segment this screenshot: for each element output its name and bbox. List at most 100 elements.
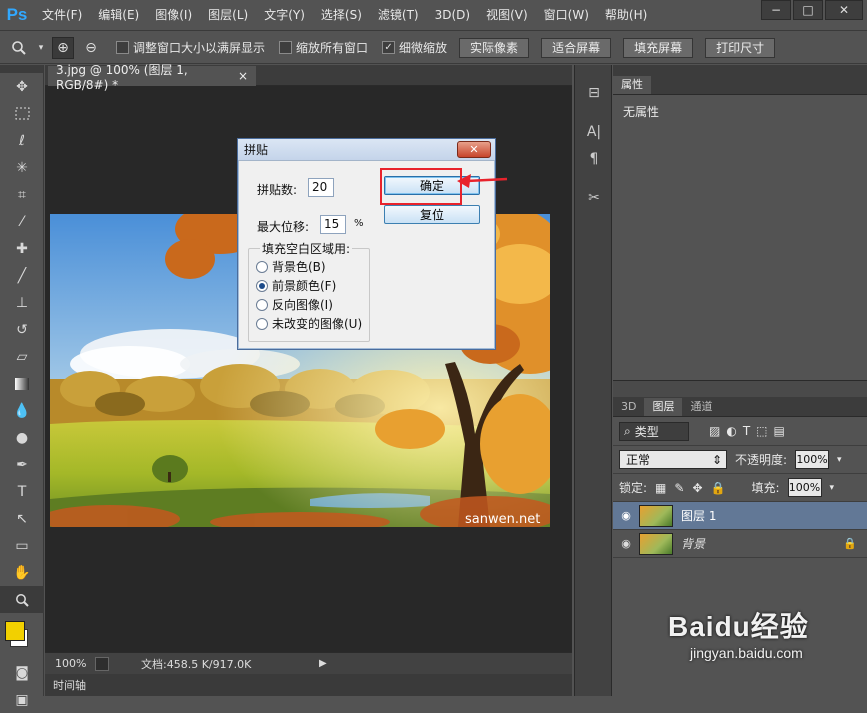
opacity-input[interactable]: 100% <box>795 450 830 469</box>
zoom-level[interactable]: 100% <box>45 657 95 670</box>
character-panel-icon[interactable]: A| <box>575 118 613 145</box>
tab-3d[interactable]: 3D <box>613 398 644 416</box>
menu-help[interactable]: 帮助(H) <box>597 0 655 31</box>
zoom-all-windows-checkbox[interactable]: 缩放所有窗口 <box>279 39 368 56</box>
menu-edit[interactable]: 编辑(E) <box>90 0 147 31</box>
rectangle-tool-icon[interactable]: ▭ <box>0 532 44 559</box>
radio-unaltered-image[interactable]: 未改变的图像(U) <box>256 315 362 332</box>
eye-icon[interactable]: ◉ <box>613 537 639 550</box>
tiles-input[interactable]: 20 <box>308 178 334 197</box>
resize-windows-checkbox[interactable]: 调整窗口大小以满屏显示 <box>116 39 265 56</box>
shape-filter-icon[interactable]: ⬚ <box>756 424 767 438</box>
fill-screen-button[interactable]: 填充屏幕 <box>623 37 694 58</box>
properties-tabs: 属性 <box>613 75 867 95</box>
fill-chevron-down-icon[interactable]: ▾ <box>830 483 835 493</box>
max-offset-input[interactable]: 15 <box>320 215 346 234</box>
zoom-tool-icon[interactable] <box>0 586 44 613</box>
layer-row[interactable]: ◉ 背景 🔒 <box>613 530 867 558</box>
timeline-label[interactable]: 时间轴 <box>45 677 86 693</box>
path-selection-tool-icon[interactable]: ↖ <box>0 505 44 532</box>
layer-name[interactable]: 背景 <box>681 535 843 552</box>
type-filter-icon[interactable]: T <box>743 424 750 438</box>
move-tool-icon[interactable]: ✥ <box>0 73 44 100</box>
menu-file[interactable]: 文件(F) <box>34 0 90 31</box>
menu-window[interactable]: 窗口(W) <box>536 0 597 31</box>
lock-all-icon[interactable]: 🔒 <box>711 481 726 495</box>
lock-label: 锁定: <box>619 481 648 495</box>
tab-properties[interactable]: 属性 <box>613 76 651 94</box>
brush-tool-icon[interactable]: ╱ <box>0 262 44 289</box>
layer-filter-select[interactable]: ⌕ 类型 <box>619 421 689 441</box>
menu-filter[interactable]: 滤镜(T) <box>370 0 427 31</box>
tool-presets-icon[interactable]: ✂ <box>575 184 613 211</box>
menu-image[interactable]: 图像(I) <box>147 0 200 31</box>
pen-tool-icon[interactable]: ✒ <box>0 451 44 478</box>
max-offset-label: 最大位移: <box>257 220 310 234</box>
fill-input[interactable]: 100% <box>787 478 822 497</box>
eyedropper-tool-icon[interactable]: ⁄ <box>0 208 44 235</box>
crop-tool-icon[interactable]: ⌗ <box>0 181 44 208</box>
zoom-in-icon[interactable]: ⊕ <box>52 36 74 59</box>
zoom-tool-preset-icon[interactable] <box>8 37 30 59</box>
close-window-button[interactable]: ✕ <box>825 0 863 20</box>
smart-object-filter-icon[interactable]: ▤ <box>774 424 785 438</box>
menu-layer[interactable]: 图层(L) <box>200 0 256 31</box>
blur-tool-icon[interactable]: 💧 <box>0 397 44 424</box>
radio-inverse-image[interactable]: 反向图像(I) <box>256 296 333 313</box>
status-menu-icon[interactable] <box>95 656 109 671</box>
menu-view[interactable]: 视图(V) <box>478 0 536 31</box>
actual-pixels-button[interactable]: 实际像素 <box>459 37 530 58</box>
menu-type[interactable]: 文字(Y) <box>256 0 313 31</box>
eye-icon[interactable]: ◉ <box>613 509 639 522</box>
preset-chevron-down-icon[interactable]: ▾ <box>36 37 46 59</box>
maximize-button[interactable]: □ <box>793 0 823 20</box>
dodge-tool-icon[interactable]: ● <box>0 424 44 451</box>
foreground-color-swatch[interactable] <box>5 621 25 641</box>
zoom-out-icon[interactable]: ⊖ <box>80 37 102 59</box>
layer-row[interactable]: ◉ 图层 1 <box>613 502 867 530</box>
photoshop-logo: Ps <box>6 5 28 24</box>
screen-mode-icon[interactable]: ▣ <box>0 686 44 713</box>
opacity-chevron-down-icon[interactable]: ▾ <box>837 455 842 465</box>
healing-brush-tool-icon[interactable]: ✚ <box>0 235 44 262</box>
blend-mode-select[interactable]: 正常 ⇕ <box>619 450 727 469</box>
menu-3d[interactable]: 3D(D) <box>427 0 478 31</box>
menu-select[interactable]: 选择(S) <box>313 0 370 31</box>
annotation-highlight-box <box>380 168 462 205</box>
tab-layers[interactable]: 图层 <box>644 398 683 416</box>
tab-close-icon[interactable]: × <box>238 69 248 83</box>
tab-channels[interactable]: 通道 <box>682 398 720 416</box>
history-panel-icon[interactable]: ⊟ <box>575 79 613 106</box>
print-size-button[interactable]: 打印尺寸 <box>705 37 776 58</box>
pixel-filter-icon[interactable]: ▨ <box>709 424 720 438</box>
fit-screen-button[interactable]: 适合屏幕 <box>541 37 612 58</box>
document-tab[interactable]: 3.jpg @ 100% (图层 1, RGB/8#) * × <box>48 63 256 92</box>
magic-wand-tool-icon[interactable]: ✳ <box>0 154 44 181</box>
lock-position-icon[interactable]: ✥ <box>692 481 702 495</box>
lasso-tool-icon[interactable]: ℓ <box>0 127 44 154</box>
hand-tool-icon[interactable]: ✋ <box>0 559 44 586</box>
scrubby-zoom-checkbox[interactable]: ✓ 细微缩放 <box>382 39 447 56</box>
layer-name[interactable]: 图层 1 <box>681 507 716 524</box>
reset-button[interactable]: 复位 <box>384 205 480 224</box>
gradient-tool-icon[interactable] <box>0 370 44 397</box>
color-swatches <box>0 613 43 659</box>
minimize-button[interactable]: − <box>761 0 791 20</box>
type-tool-icon[interactable]: T <box>0 478 44 505</box>
zoom-all-label: 缩放所有窗口 <box>296 41 369 55</box>
layer-thumbnail <box>639 532 673 555</box>
dialog-close-button[interactable]: ✕ <box>457 141 491 158</box>
toolbar-grip[interactable] <box>0 65 43 73</box>
radio-foreground-color[interactable]: 前景颜色(F) <box>256 277 336 294</box>
lock-transparency-icon[interactable]: ▦ <box>655 481 666 495</box>
adjustment-filter-icon[interactable]: ◐ <box>726 424 736 438</box>
status-arrow-icon[interactable]: ▶ <box>319 658 327 669</box>
eraser-tool-icon[interactable]: ▱ <box>0 343 44 370</box>
lock-pixels-icon[interactable]: ✎ <box>674 481 684 495</box>
marquee-tool-icon[interactable] <box>0 100 44 127</box>
paragraph-panel-icon[interactable]: ¶ <box>575 145 613 172</box>
history-brush-tool-icon[interactable]: ↺ <box>0 316 44 343</box>
clone-stamp-tool-icon[interactable]: ⊥ <box>0 289 44 316</box>
quick-mask-icon[interactable]: ◙ <box>0 659 44 686</box>
radio-background-color[interactable]: 背景色(B) <box>256 258 326 275</box>
